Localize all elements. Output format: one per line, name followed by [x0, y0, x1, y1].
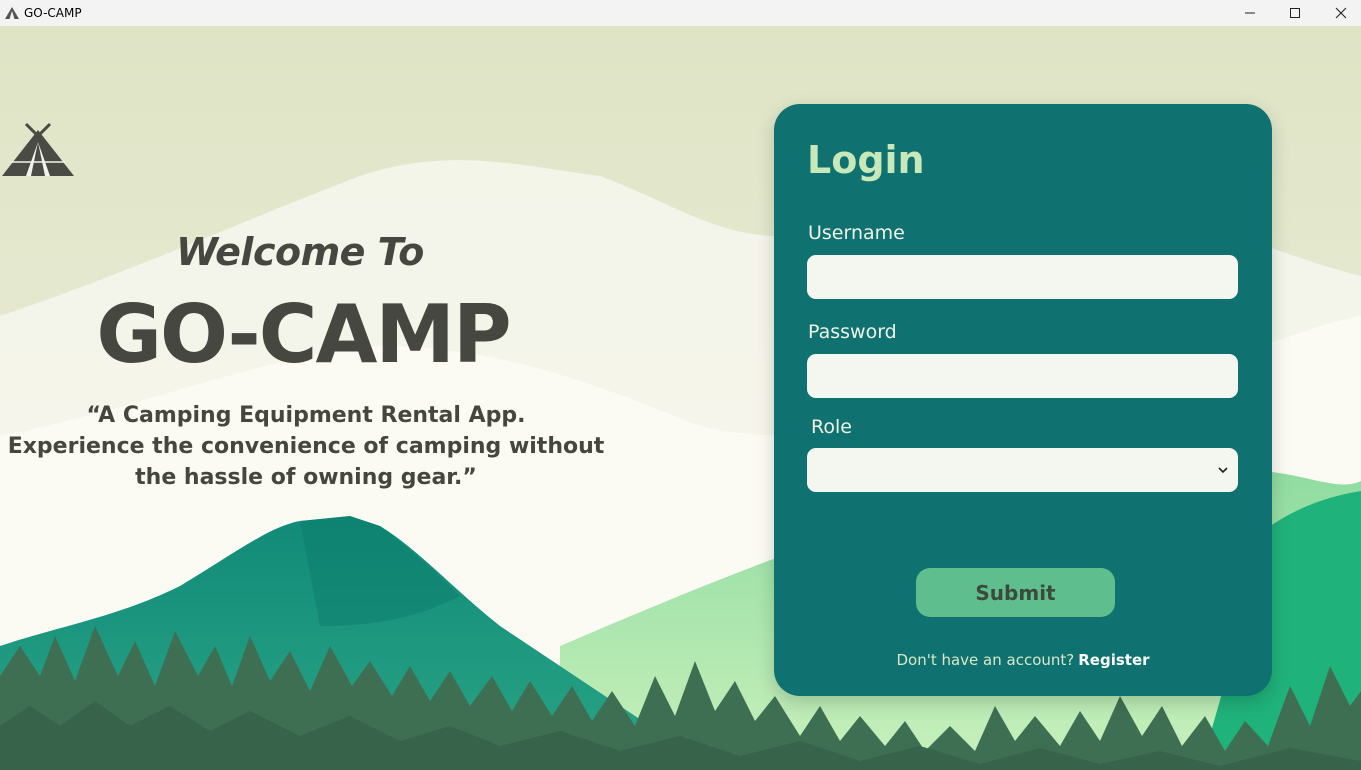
window-title: GO-CAMP — [24, 6, 82, 20]
password-input[interactable] — [807, 354, 1238, 398]
register-link[interactable]: Register — [1078, 651, 1149, 669]
maximize-icon — [1290, 8, 1300, 18]
register-prompt: Don't have an account? — [896, 651, 1075, 669]
login-title: Login — [807, 138, 925, 182]
tagline-line: “A Camping Equipment Rental App. — [86, 403, 526, 428]
role-select[interactable] — [807, 448, 1238, 492]
chevron-down-icon — [1218, 467, 1228, 474]
brand-title: GO-CAMP — [96, 288, 511, 381]
maximize-button[interactable] — [1272, 0, 1318, 26]
welcome-heading: Welcome To — [176, 230, 424, 274]
minimize-button[interactable] — [1227, 0, 1273, 26]
register-prompt-row: Don't have an account? Register — [774, 651, 1272, 669]
login-card: Login Username Password Role Submit Don'… — [774, 104, 1272, 696]
username-label: Username — [808, 222, 905, 244]
close-icon — [1335, 7, 1347, 19]
minimize-icon — [1245, 12, 1255, 14]
window-titlebar: GO-CAMP — [0, 0, 1361, 26]
tent-icon — [5, 7, 19, 19]
tagline-line: Experience the convenience of camping wi… — [7, 434, 605, 459]
role-label: Role — [811, 416, 852, 438]
tagline: “A Camping Equipment Rental App. Experie… — [0, 400, 612, 493]
tagline-line: the hassle of owning gear.” — [135, 465, 477, 490]
submit-button[interactable]: Submit — [916, 568, 1115, 617]
tent-logo-icon — [2, 122, 74, 176]
password-label: Password — [808, 321, 897, 343]
close-button[interactable] — [1318, 0, 1361, 26]
username-input[interactable] — [807, 255, 1238, 299]
